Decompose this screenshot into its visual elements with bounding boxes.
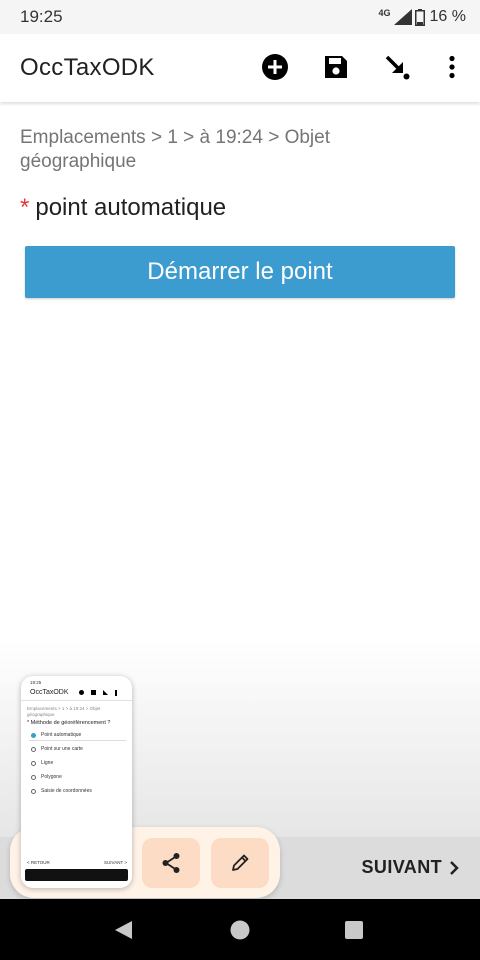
save-button[interactable] <box>321 52 351 82</box>
thumb-next-label: SUIVANT > <box>104 860 127 865</box>
thumb-option: Saisie de coordonnées <box>31 788 92 794</box>
jump-to-button[interactable] <box>382 52 412 82</box>
thumb-save-icon <box>91 690 96 695</box>
thumb-option: Point automatique <box>31 732 81 738</box>
system-navigation-bar <box>0 899 480 960</box>
thumb-divider <box>21 700 132 701</box>
save-icon <box>325 56 347 78</box>
thumb-menu-icon <box>115 690 117 696</box>
thumb-radio-icon <box>31 732 36 738</box>
thumb-option: Ligne <box>31 760 53 766</box>
thumb-option-divider <box>29 740 126 741</box>
recents-icon[interactable] <box>343 919 365 941</box>
thumb-question: * Méthode de géoréférencement ? <box>27 720 111 726</box>
thumb-option: Point sur une carte <box>31 746 83 752</box>
status-bar: 19:25 4G 16 % <box>0 0 480 34</box>
thumb-footer: < RETOUR SUIVANT > <box>27 860 127 865</box>
pencil-icon <box>232 854 249 871</box>
start-point-button[interactable]: Démarrer le point <box>25 246 455 298</box>
breadcrumb: Emplacements > 1 > à 19:24 > Objet géogr… <box>20 127 330 172</box>
battery-percentage: 16 % <box>429 8 466 25</box>
thumb-radio-icon <box>31 746 36 752</box>
overflow-menu-button[interactable] <box>437 52 467 82</box>
thumb-system-nav <box>25 869 128 881</box>
next-button-label: SUIVANT <box>361 857 442 877</box>
thumb-radio-icon <box>31 760 36 766</box>
share-button[interactable] <box>142 838 200 888</box>
chevron-right-icon <box>450 860 459 875</box>
screenshot-thumbnail[interactable]: 19:25 OccTaxODK Emplacements > 1 > à 19:… <box>21 676 132 888</box>
thumb-radio-icon <box>31 788 36 794</box>
share-icon <box>162 853 180 873</box>
thumb-back-label: < RETOUR <box>27 860 50 865</box>
edit-button[interactable] <box>211 838 269 888</box>
thumb-option: Polygone <box>31 774 62 780</box>
required-mark: * <box>20 194 30 221</box>
home-icon[interactable] <box>229 919 251 941</box>
add-circle-icon <box>262 54 288 80</box>
question-text: point automatique <box>35 194 227 221</box>
status-time: 19:25 <box>20 7 63 26</box>
signal-icon <box>393 9 412 25</box>
question-label: * point automatique <box>20 194 226 222</box>
thumb-jump-icon <box>103 690 108 695</box>
app-title: OccTaxODK <box>20 54 155 81</box>
thumb-radio-icon <box>31 774 36 780</box>
back-icon[interactable] <box>112 919 134 941</box>
thumb-breadcrumb: Emplacements > 1 > à 19:24 > Objet géogr… <box>27 706 101 717</box>
battery-icon <box>414 8 425 26</box>
more-vert-icon <box>449 55 455 79</box>
add-repeat-button[interactable] <box>260 52 290 82</box>
thumb-toolbar <box>79 690 117 696</box>
network-type: 4G <box>378 7 391 18</box>
jump-arrow-icon <box>385 55 410 80</box>
status-indicators: 4G 16 % <box>379 6 466 28</box>
thumb-title: OccTaxODK <box>30 689 69 696</box>
app-bar: OccTaxODK <box>0 34 480 102</box>
thumb-add-icon <box>79 690 84 695</box>
next-button[interactable]: SUIVANT <box>362 857 460 878</box>
thumb-time: 19:25 <box>30 680 42 685</box>
